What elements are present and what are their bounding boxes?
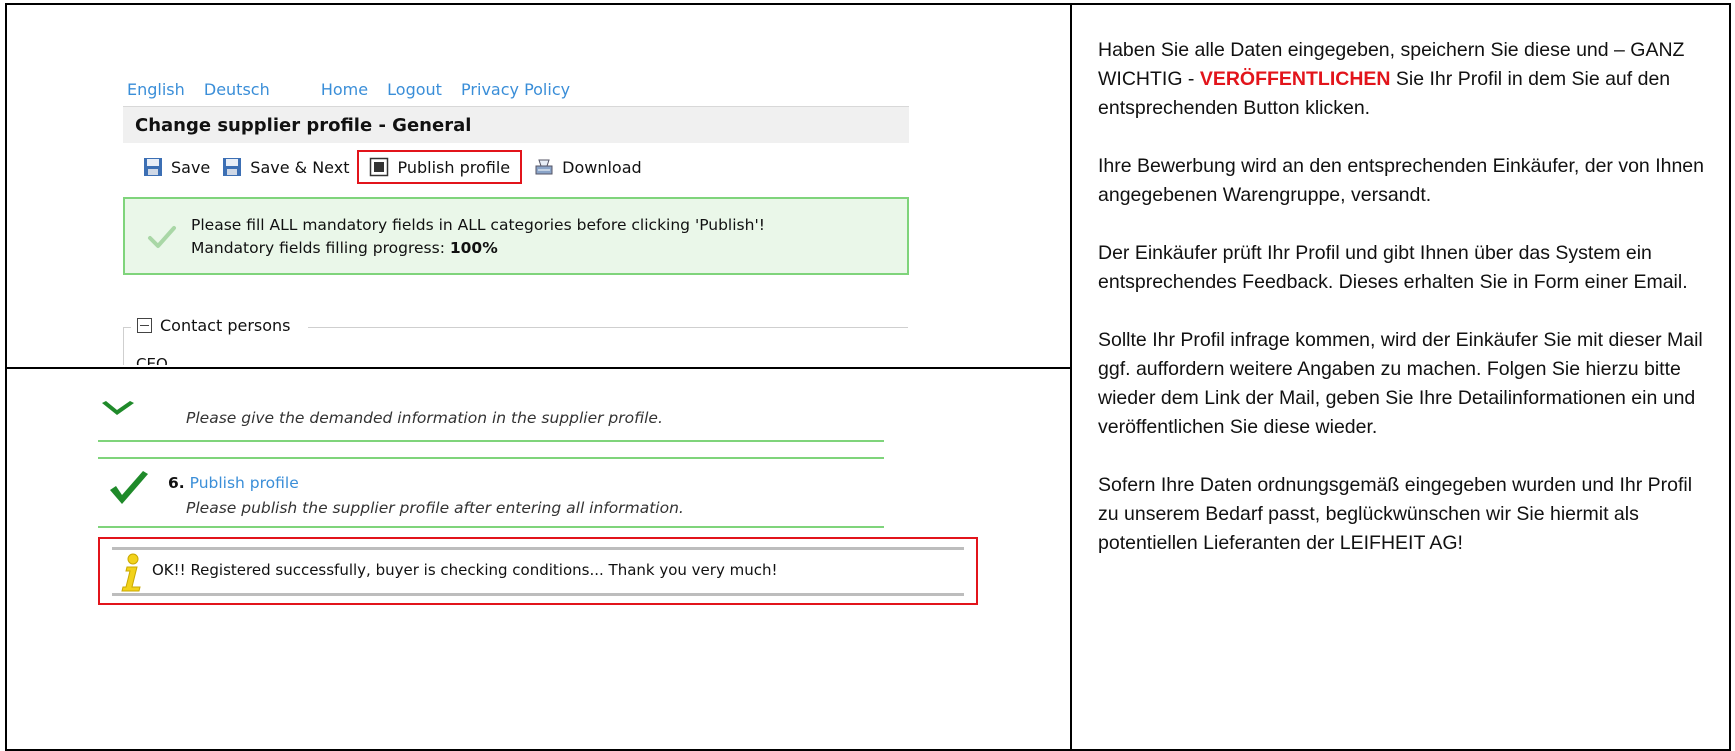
check-icon bbox=[110, 471, 148, 504]
profile-screenshot: English Deutsch Home Logout Privacy Poli… bbox=[10, 8, 1065, 365]
step6-title[interactable]: 6. Publish profile bbox=[168, 474, 299, 492]
save-button[interactable]: Save bbox=[143, 157, 210, 177]
instruction-paragraph: Sollte Ihr Profil infrage kommen, wird d… bbox=[1098, 329, 1703, 438]
divider bbox=[112, 547, 964, 550]
nav-links: English Deutsch Home Logout Privacy Poli… bbox=[127, 80, 584, 99]
fieldset-border bbox=[123, 327, 124, 365]
download-icon bbox=[535, 159, 553, 175]
nav-link-privacy[interactable]: Privacy Policy bbox=[461, 80, 570, 99]
download-button[interactable]: Download bbox=[534, 157, 642, 177]
check-icon bbox=[102, 401, 134, 415]
ceo-label: CEO bbox=[136, 355, 168, 365]
toolbar: Save Save & Next Publish profile Downloa… bbox=[143, 150, 654, 184]
instruction-paragraph: Sofern Ihre Daten ordnungsgemäß eingegeb… bbox=[1098, 474, 1693, 554]
save-next-label: Save & Next bbox=[250, 157, 350, 177]
nav-link-logout[interactable]: Logout bbox=[387, 80, 442, 99]
download-label: Download bbox=[562, 157, 642, 177]
divider bbox=[98, 440, 884, 442]
nav-link-deutsch[interactable]: Deutsch bbox=[204, 80, 270, 99]
contact-persons-fieldset: Contact persons CEO bbox=[123, 313, 909, 365]
mandatory-fields-notice: Please fill ALL mandatory fields in ALL … bbox=[123, 197, 909, 275]
fieldset-legend[interactable]: Contact persons bbox=[137, 316, 291, 335]
progress-label: Mandatory fields filling progress: bbox=[191, 239, 450, 257]
page-title: Change supplier profile - General bbox=[135, 115, 472, 136]
instruction-paragraph: Haben Sie alle Daten eingegeben, speiche… bbox=[1098, 36, 1718, 123]
instructions-text: Haben Sie alle Daten eingegeben, speiche… bbox=[1098, 36, 1718, 587]
fieldset-border bbox=[308, 327, 908, 328]
save-next-button[interactable]: Save & Next bbox=[222, 157, 349, 177]
save-label: Save bbox=[171, 157, 211, 177]
save-icon bbox=[144, 158, 162, 176]
instruction-paragraph: Der Einkäufer prüft Ihr Profil und gibt … bbox=[1098, 242, 1688, 293]
success-message-box: OK!! Registered successfully, buyer is c… bbox=[98, 537, 978, 605]
publish-profile-link[interactable]: Publish profile bbox=[190, 474, 299, 492]
fieldset-legend-label: Contact persons bbox=[160, 316, 291, 335]
step6-number: 6. bbox=[168, 474, 185, 492]
success-message: OK!! Registered successfully, buyer is c… bbox=[152, 561, 778, 579]
fieldset-border bbox=[123, 327, 131, 328]
check-icon bbox=[148, 226, 176, 248]
column-divider bbox=[1070, 3, 1072, 749]
nav-link-home[interactable]: Home bbox=[321, 80, 368, 99]
notice-line-1: Please fill ALL mandatory fields in ALL … bbox=[191, 216, 765, 234]
row-divider bbox=[5, 367, 1072, 369]
notice-line-2: Mandatory fields filling progress: 100% bbox=[191, 239, 498, 257]
divider bbox=[98, 457, 884, 459]
progress-value: 100% bbox=[449, 239, 498, 257]
publish-label: Publish profile bbox=[397, 157, 511, 177]
collapse-icon[interactable] bbox=[137, 318, 152, 333]
step5-description: Please give the demanded information in … bbox=[186, 409, 663, 427]
page-title-bar: Change supplier profile - General bbox=[123, 106, 909, 143]
step6-description: Please publish the supplier profile afte… bbox=[186, 499, 684, 517]
publish-profile-button[interactable]: Publish profile bbox=[357, 150, 523, 184]
registration-steps-screenshot: Please give the demanded information in … bbox=[10, 372, 1065, 742]
info-icon bbox=[121, 553, 141, 592]
publish-icon bbox=[370, 157, 389, 177]
nav-link-english[interactable]: English bbox=[127, 80, 185, 99]
publish-emphasis: VERÖFFENTLICHEN bbox=[1199, 68, 1391, 90]
save-icon bbox=[223, 158, 242, 176]
divider bbox=[98, 526, 884, 528]
divider bbox=[112, 593, 964, 596]
instruction-paragraph: Ihre Bewerbung wird an den entsprechende… bbox=[1098, 155, 1704, 206]
